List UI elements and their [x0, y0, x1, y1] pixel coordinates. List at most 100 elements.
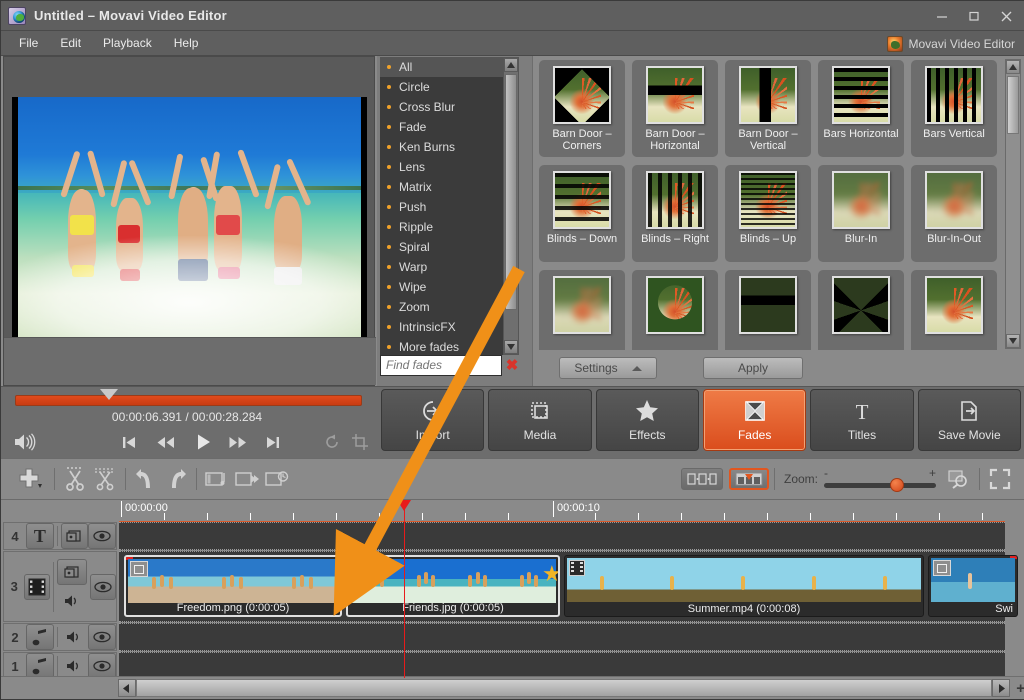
category-item-zoom[interactable]: Zoom [380, 297, 514, 317]
fade-item-14[interactable] [911, 270, 997, 350]
playback-scrubber[interactable] [15, 389, 362, 406]
tab-fades[interactable]: Fades [702, 389, 807, 451]
menu-file[interactable]: File [9, 33, 48, 53]
crop-icon[interactable] [349, 431, 371, 453]
fades-scroll-down-icon[interactable] [1006, 334, 1020, 348]
track-body-4[interactable] [119, 522, 1005, 550]
close-button[interactable] [991, 3, 1021, 29]
film-icon[interactable] [24, 573, 51, 600]
skip-to-start-icon[interactable] [117, 431, 141, 453]
category-item-more-fades[interactable]: More fades [380, 337, 514, 355]
category-item-fade[interactable]: Fade [380, 117, 514, 137]
music-note-icon[interactable] [26, 624, 54, 650]
timeline-horizontal-scrollbar[interactable]: + [1, 676, 1024, 699]
hscroll-left-icon[interactable] [117, 679, 136, 697]
storyboard-view-icon[interactable] [680, 468, 723, 490]
mask-icon[interactable] [60, 523, 89, 549]
fades-scroll-thumb[interactable] [1007, 76, 1019, 134]
timeline-view-icon[interactable] [728, 468, 769, 490]
fade-item-bars-horizontal[interactable]: Bars Horizontal [818, 60, 904, 157]
tab-import[interactable]: Import [381, 389, 485, 451]
track-body-3[interactable]: Freedom.png (0:00:05) ★ Friends.jpg (0:0… [119, 551, 1018, 622]
maximize-button[interactable] [959, 3, 989, 29]
clear-x-icon[interactable]: ✖ [502, 355, 522, 376]
play-icon[interactable] [191, 429, 217, 455]
eye-icon[interactable] [90, 573, 117, 600]
add-track-icon[interactable]: + [1016, 680, 1024, 697]
redo-icon[interactable] [161, 464, 191, 494]
rewind-icon[interactable] [153, 431, 179, 453]
category-scroll-up-icon[interactable] [504, 58, 518, 72]
menu-playback[interactable]: Playback [93, 33, 162, 53]
category-scroll-down-icon[interactable] [504, 340, 518, 354]
volume-icon[interactable] [11, 429, 39, 455]
titles-t-icon[interactable]: T [26, 523, 54, 549]
fast-forward-icon[interactable] [225, 431, 251, 453]
category-item-matrix[interactable]: Matrix [380, 177, 514, 197]
zoom-to-fit-icon[interactable] [944, 464, 974, 494]
menu-edit[interactable]: Edit [50, 33, 91, 53]
fades-scroll-up-icon[interactable] [1006, 60, 1020, 74]
timeline-clip-summer[interactable]: Summer.mp4 (0:00:08) [564, 555, 924, 617]
fade-item-blur-in[interactable]: Blur-In [818, 165, 904, 262]
fade-item-blur-in-out[interactable]: Blur-In-Out [911, 165, 997, 262]
apply-button[interactable]: Apply [703, 357, 803, 379]
fade-item-blinds-up[interactable]: Blinds – Up [725, 165, 811, 262]
track-body-2[interactable] [119, 623, 1005, 651]
timeline-ruler[interactable]: 00:00:00 00:00:10 [119, 500, 1005, 522]
eye-icon[interactable] [88, 624, 116, 650]
fade-item-blinds-right[interactable]: Blinds – Right [632, 165, 718, 262]
speaker-icon[interactable] [57, 588, 87, 614]
scrubber-handle[interactable] [100, 389, 118, 400]
track-header-3[interactable]: 3 [3, 551, 117, 622]
tab-media[interactable]: Media [488, 389, 592, 451]
rotate-icon[interactable] [321, 431, 343, 453]
category-item-lens[interactable]: Lens [380, 157, 514, 177]
hscroll-thumb[interactable] [135, 679, 993, 697]
fade-item-barn-door-vertical[interactable]: Barn Door – Vertical [725, 60, 811, 157]
fade-item-blinds-down[interactable]: Blinds – Down [539, 165, 625, 262]
category-item-spiral[interactable]: Spiral [380, 237, 514, 257]
fade-item-13[interactable] [818, 270, 904, 350]
category-item-wipe[interactable]: Wipe [380, 277, 514, 297]
settings-button[interactable]: Settings [559, 357, 657, 379]
fade-item-11[interactable] [632, 270, 718, 350]
mode-tabs[interactable]: Import Media Effects Fades T Titles Save Movie [381, 389, 1021, 456]
hscroll-right-icon[interactable] [992, 679, 1011, 697]
fades-scrollbar[interactable] [1005, 59, 1021, 349]
zoom-slider[interactable] [824, 478, 936, 492]
audio-properties-icon[interactable] [202, 464, 232, 494]
fade-item-barn-door-horizontal[interactable]: Barn Door – Horizontal [632, 60, 718, 157]
fade-item-bars-vertical[interactable]: Bars Vertical [911, 60, 997, 157]
category-item-ken-burns[interactable]: Ken Burns [380, 137, 514, 157]
category-item-warp[interactable]: Warp [380, 257, 514, 277]
track-header-2[interactable]: 2 [3, 623, 117, 651]
timeline-clip-swim[interactable]: Swi [928, 555, 1018, 617]
fullscreen-icon[interactable] [985, 464, 1015, 494]
category-scrollbar[interactable] [503, 57, 519, 355]
eye-icon[interactable] [88, 523, 116, 549]
mask-icon[interactable] [57, 559, 88, 585]
add-files-icon[interactable] [9, 464, 49, 494]
category-item-cross-blur[interactable]: Cross Blur [380, 97, 514, 117]
fade-item-12[interactable] [725, 270, 811, 350]
fade-category-list[interactable]: All Circle Cross Blur Fade Ken Burns Lens Matr… [380, 57, 514, 355]
playhead-handle[interactable] [397, 500, 411, 511]
transition-properties-icon[interactable] [232, 464, 262, 494]
category-scroll-thumb[interactable] [505, 74, 517, 310]
search-input[interactable] [380, 354, 502, 376]
timeline-clip-friends[interactable]: ★ Friends.jpg (0:00:05) [346, 555, 560, 617]
fade-item-10[interactable] [539, 270, 625, 350]
zoom-slider-knob[interactable] [890, 478, 904, 492]
category-item-intrinsicfx[interactable]: IntrinsicFX [380, 317, 514, 337]
speaker-icon[interactable] [61, 624, 89, 650]
video-preview[interactable] [12, 97, 367, 337]
skip-to-end-icon[interactable] [261, 431, 285, 453]
clip-duration-icon[interactable] [262, 464, 292, 494]
split-scenes-icon[interactable] [90, 464, 120, 494]
tab-effects[interactable]: Effects [595, 389, 699, 451]
minimize-button[interactable] [927, 3, 957, 29]
timeline-clip-freedom[interactable]: Freedom.png (0:00:05) [124, 555, 342, 617]
fades-grid[interactable]: Barn Door – Corners Barn Door – Horizonta… [539, 60, 999, 350]
cut-icon[interactable] [60, 464, 90, 494]
